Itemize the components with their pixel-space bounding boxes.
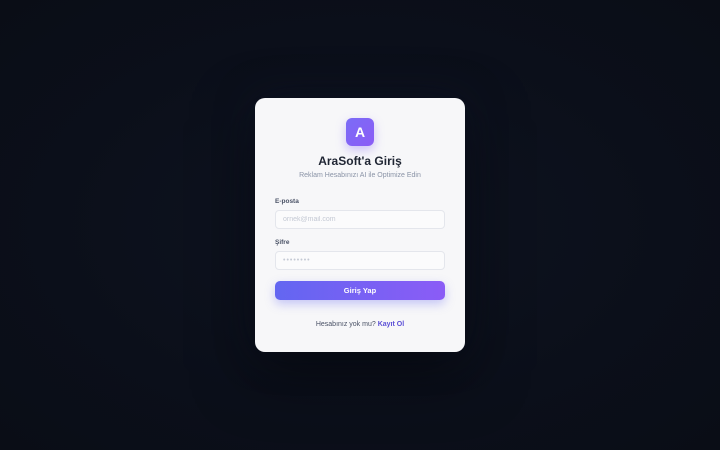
- page-background: A AraSoft'a Giriş Reklam Hesabınızı AI i…: [0, 0, 720, 450]
- register-prompt: Hesabınız yok mu? Kayıt Ol: [255, 321, 465, 328]
- page-title: AraSoft'a Giriş: [318, 154, 402, 168]
- login-card: A AraSoft'a Giriş Reklam Hesabınızı AI i…: [255, 98, 465, 352]
- password-field[interactable]: [275, 251, 445, 270]
- email-label: E-posta: [275, 198, 299, 205]
- login-button[interactable]: Giriş Yap: [275, 281, 445, 300]
- register-link[interactable]: Kayıt Ol: [378, 321, 404, 328]
- brand-logo-icon: A: [346, 118, 374, 146]
- email-field[interactable]: [275, 210, 445, 229]
- register-prompt-text: Hesabınız yok mu?: [315, 321, 376, 328]
- page-subtitle: Reklam Hesabınızı AI ile Optimize Edin: [299, 172, 421, 179]
- password-label: Şifre: [275, 239, 290, 246]
